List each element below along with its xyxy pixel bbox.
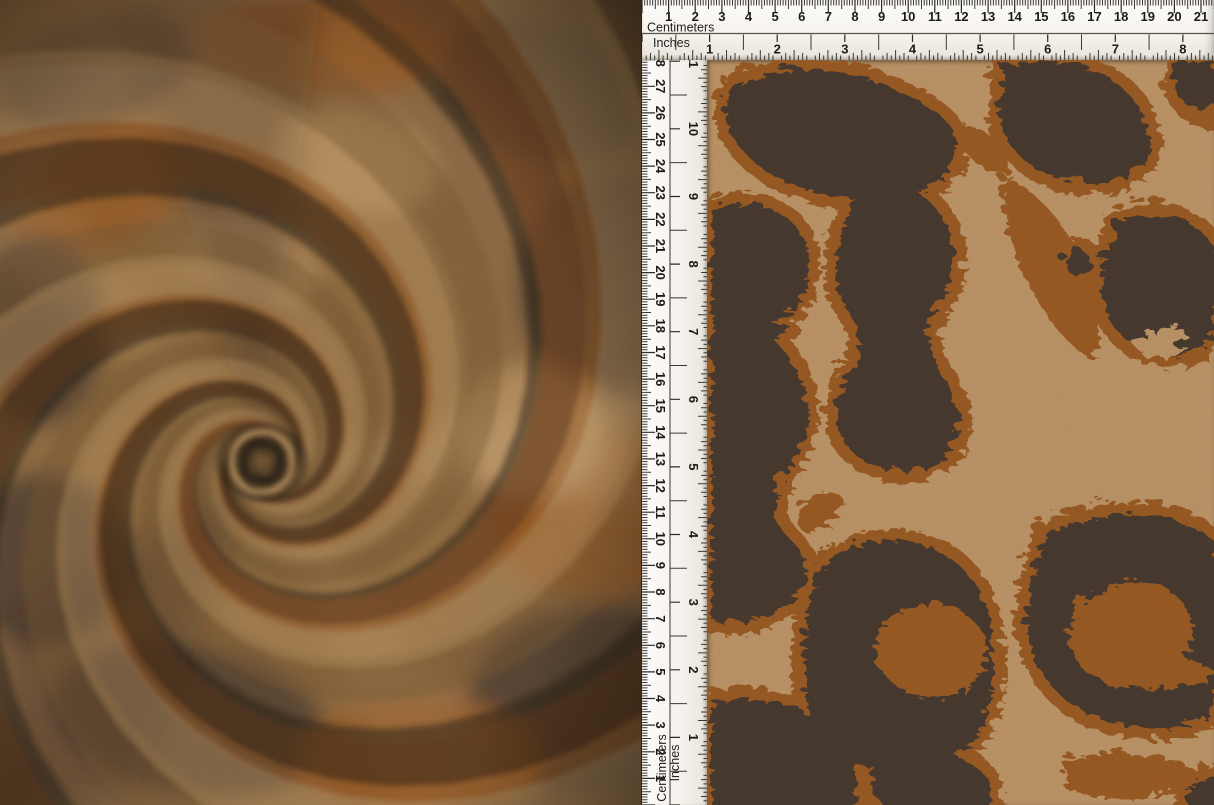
cm-number: 16 <box>653 372 668 386</box>
cm-number: 20 <box>653 265 668 279</box>
horizontal-inches-label: Inches <box>653 36 690 50</box>
horizontal-ruler: 1234567891011121314151617181920211234567… <box>641 0 1214 60</box>
cm-number: 10 <box>653 532 668 546</box>
swirl-photo-canvas <box>0 0 641 805</box>
cm-number: 14 <box>1007 9 1022 24</box>
cm-number: 13 <box>653 452 668 466</box>
inch-number: 6 <box>1044 42 1051 57</box>
flat-swatch-canvas <box>707 60 1214 805</box>
inch-number: 3 <box>686 599 701 606</box>
fabric-swirl-photo <box>0 0 641 805</box>
cm-number: 5 <box>771 9 778 24</box>
cm-number: 6 <box>798 9 805 24</box>
cm-number: 14 <box>653 425 668 440</box>
cm-number: 18 <box>653 319 668 333</box>
cm-number: 26 <box>653 106 668 120</box>
cm-number: 5 <box>653 668 668 675</box>
cm-number: 4 <box>745 9 753 24</box>
cm-number: 10 <box>901 9 915 24</box>
cm-number: 9 <box>878 9 885 24</box>
cm-minor-ticks <box>645 0 1212 6</box>
cm-number: 15 <box>1034 9 1048 24</box>
cm-number: 7 <box>653 615 668 622</box>
inch-number: 2 <box>686 666 701 673</box>
inch-number: 9 <box>686 193 701 200</box>
inch-number: 6 <box>686 396 701 403</box>
inch-number: 7 <box>1112 42 1119 57</box>
photo-grain <box>0 0 641 805</box>
cm-number: 9 <box>653 562 668 569</box>
inch-number: 2 <box>774 42 781 57</box>
inch-number: 4 <box>909 42 917 57</box>
cm-number: 4 <box>653 695 668 703</box>
vertical-ruler-canvas: 1234567891011121314151617181920212223242… <box>642 60 707 805</box>
vertical-inches-label: Inches <box>668 745 682 782</box>
cm-number: 28 <box>653 60 668 67</box>
cm-number: 22 <box>653 212 668 226</box>
inch-number: 5 <box>976 42 983 57</box>
cm-number: 19 <box>1141 9 1155 24</box>
cm-minor-ticks <box>642 60 648 802</box>
inch-number: 5 <box>686 463 701 470</box>
cm-number: 27 <box>653 79 668 93</box>
cm-number: 12 <box>954 9 968 24</box>
cm-number: 25 <box>653 132 668 146</box>
horizontal-centimeters-label: Centimeters <box>647 21 714 35</box>
cm-number: 3 <box>718 9 725 24</box>
cm-number: 23 <box>653 185 668 199</box>
inch-minor-ticks <box>698 60 707 801</box>
cm-number: 17 <box>1087 9 1101 24</box>
inch-number: 4 <box>686 531 701 539</box>
vertical-centimeters-label: Centimeters <box>655 734 669 801</box>
cm-number: 6 <box>653 642 668 649</box>
cm-number: 3 <box>653 721 668 728</box>
fabric-product-photo: 1234567891011121314151617181920211234567… <box>0 0 1214 805</box>
inch-number: 8 <box>686 260 701 267</box>
cm-number: 13 <box>981 9 995 24</box>
cm-number: 18 <box>1114 9 1128 24</box>
vertical-ruler: 1234567891011121314151617181920212223242… <box>641 60 707 805</box>
cm-number: 12 <box>653 478 668 492</box>
cm-number: 11 <box>928 9 942 24</box>
fabric-flat-swatch <box>707 60 1214 805</box>
horizontal-ruler-canvas: 1234567891011121314151617181920211234567… <box>642 0 1214 60</box>
inch-number: 3 <box>841 42 848 57</box>
cm-number: 8 <box>851 9 858 24</box>
cm-number: 7 <box>825 9 832 24</box>
cm-number: 21 <box>1194 9 1208 24</box>
inch-minor-ticks <box>646 50 1212 60</box>
cm-number: 11 <box>653 505 668 519</box>
inch-number: 7 <box>686 328 701 335</box>
cm-number: 20 <box>1167 9 1181 24</box>
cm-number: 8 <box>653 588 668 595</box>
inch-number: 1 <box>686 734 701 741</box>
fabric-grain-texture <box>707 60 1214 805</box>
cm-number: 16 <box>1061 9 1075 24</box>
cm-number: 17 <box>653 345 668 359</box>
cm-number: 21 <box>653 239 668 253</box>
cm-number: 24 <box>653 159 668 174</box>
inch-number: 1 <box>706 42 713 57</box>
inch-number: 10 <box>686 122 701 136</box>
horizontal-ruler-ticks: 1234567891011121314151617181920211234567… <box>642 0 1214 60</box>
cm-number: 19 <box>653 292 668 306</box>
inch-number: 8 <box>1179 42 1186 57</box>
inch-number: 11 <box>686 60 701 68</box>
vertical-ruler-ticks: 1234567891011121314151617181920212223242… <box>642 60 707 805</box>
cm-number: 15 <box>653 398 668 412</box>
